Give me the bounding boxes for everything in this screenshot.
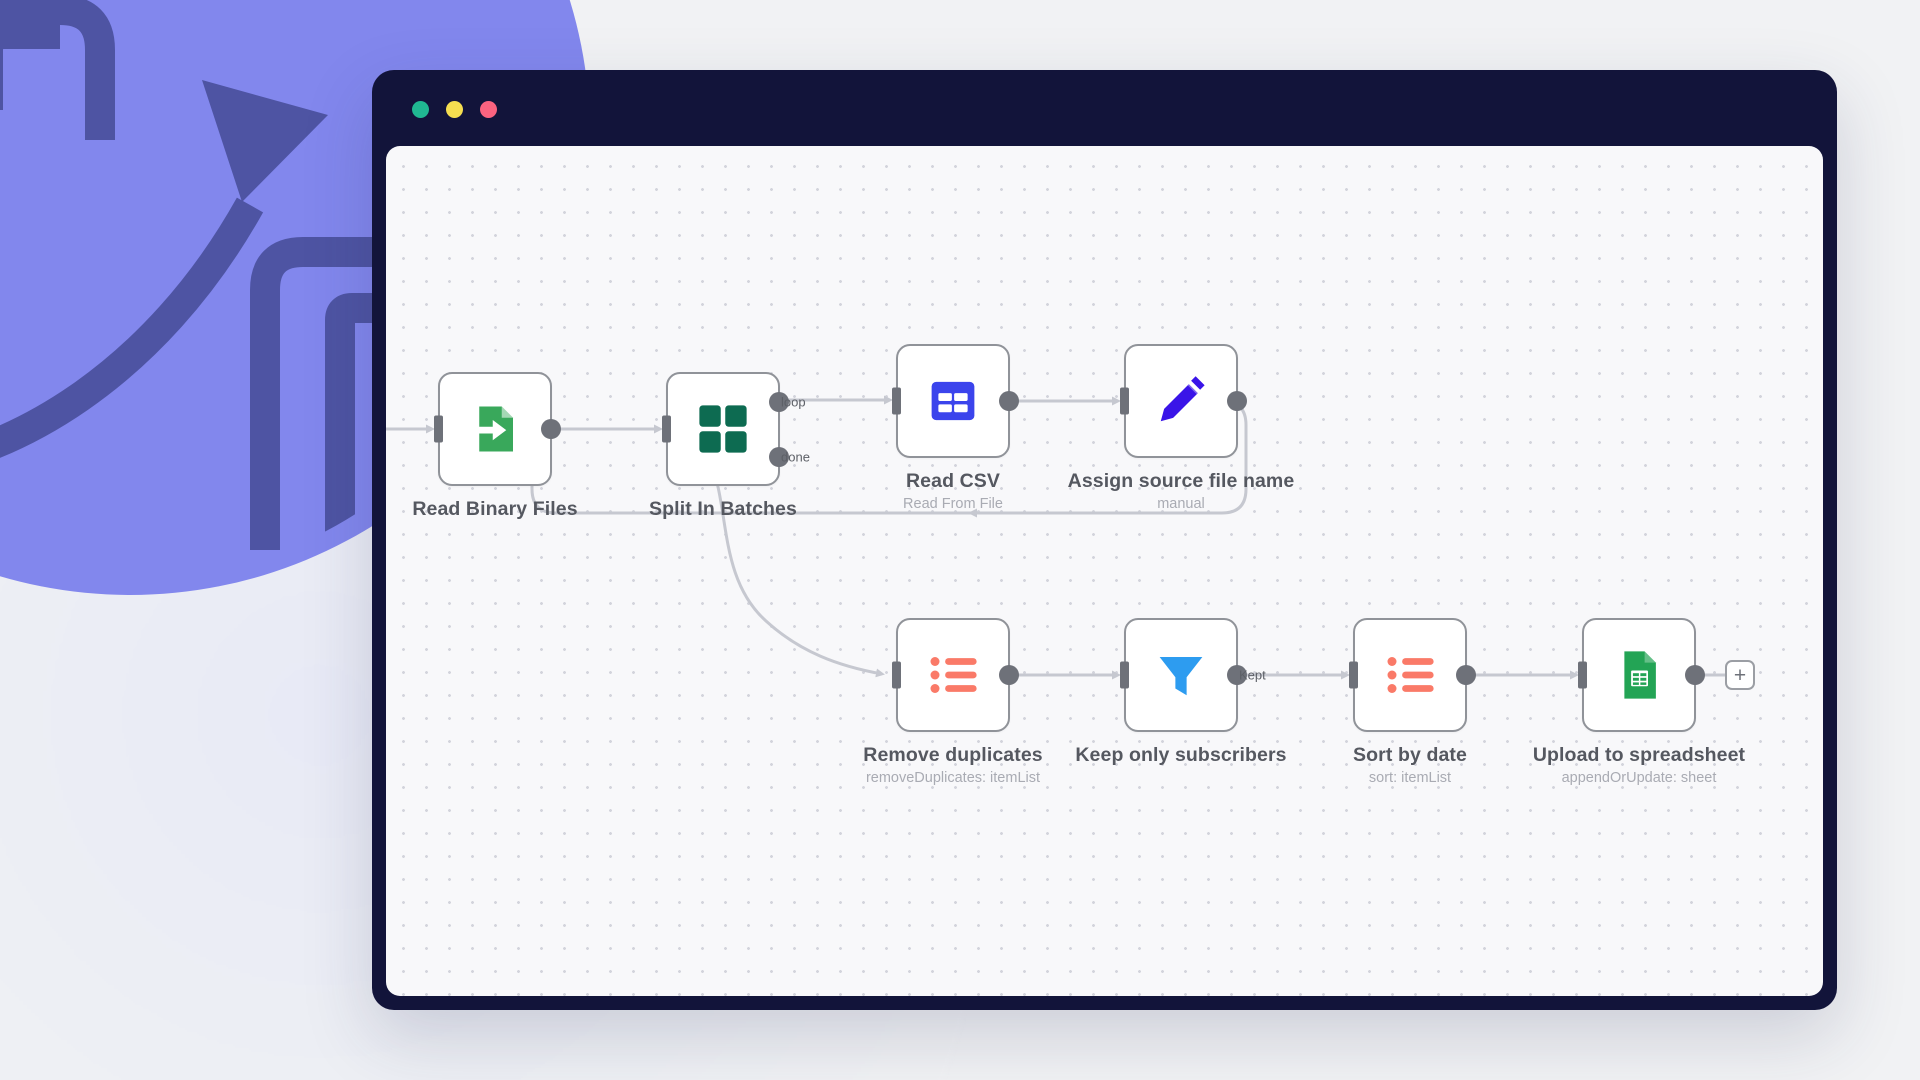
- node-read-csv[interactable]: Read CSV Read From File: [892, 344, 1019, 512]
- spreadsheet-table-icon: [931, 381, 975, 421]
- input-port[interactable]: [1120, 661, 1129, 689]
- input-port[interactable]: [892, 387, 901, 415]
- output-port[interactable]: [1456, 665, 1476, 685]
- bullet-list-icon: [1387, 657, 1434, 693]
- output-port[interactable]: [999, 665, 1019, 685]
- output-port[interactable]: [1227, 391, 1247, 411]
- funnel-filter-icon: [1159, 657, 1203, 696]
- input-port[interactable]: [1578, 661, 1587, 689]
- node-keep-only-subscribers[interactable]: Kept Keep only subscribers: [1075, 618, 1287, 766]
- node-upload-to-spreadsheet[interactable]: Upload to spreadsheet appendOrUpdate: sh…: [1533, 618, 1745, 786]
- minimize-dot[interactable]: [446, 101, 463, 118]
- output-port-done-label: done: [781, 449, 810, 464]
- output-port-kept-label: Kept: [1239, 667, 1266, 683]
- node-caption: Upload to spreadsheet appendOrUpdate: sh…: [1533, 744, 1745, 788]
- output-port[interactable]: [1685, 665, 1705, 685]
- output-port-loop-label: loop: [781, 394, 806, 409]
- input-port[interactable]: [1120, 387, 1129, 415]
- input-port[interactable]: [434, 415, 443, 443]
- node-sort-by-date[interactable]: Sort by date sort: itemList: [1349, 618, 1476, 786]
- workflow-canvas[interactable]: Read Binary Files loop done Split In Bat…: [386, 146, 1823, 996]
- close-dot[interactable]: [412, 101, 429, 118]
- node-title: Read CSV: [905, 470, 1000, 492]
- pencil-icon: [1160, 376, 1205, 422]
- node-caption: Read Binary Files: [412, 498, 577, 521]
- node-title: Read Binary Files: [412, 498, 578, 520]
- node-split-in-batches[interactable]: loop done Split In Batches: [649, 372, 810, 520]
- node-title: Keep only subscribers: [1075, 744, 1287, 766]
- output-port-kept[interactable]: Kept: [1227, 665, 1266, 685]
- window-titlebar: [372, 70, 1837, 146]
- google-sheets-icon: [1624, 651, 1656, 699]
- output-port[interactable]: [999, 391, 1019, 411]
- input-port[interactable]: [662, 415, 671, 443]
- node-subtitle: removeDuplicates: itemList: [865, 770, 1041, 787]
- node-title: Upload to spreadsheet: [1532, 744, 1746, 766]
- node-title: Remove duplicates: [863, 744, 1043, 766]
- edge-split-done-to-remove-duplicates: [706, 457, 885, 678]
- node-caption: Keep only subscribers: [1075, 744, 1286, 767]
- node-caption: Assign source file name manual: [1068, 470, 1295, 514]
- output-port-loop[interactable]: loop: [769, 391, 806, 412]
- node-caption: Read CSV Read From File: [903, 470, 1003, 514]
- node-title: Assign source file name: [1067, 470, 1295, 492]
- input-port[interactable]: [892, 661, 901, 689]
- node-title: Sort by date: [1353, 744, 1467, 766]
- node-title: Split In Batches: [649, 498, 797, 520]
- node-caption: Split In Batches: [649, 498, 797, 521]
- bullet-list-icon: [930, 657, 977, 693]
- node-subtitle: Read From File: [903, 496, 1003, 513]
- input-port[interactable]: [1349, 661, 1358, 689]
- node-caption: Sort by date sort: itemList: [1353, 744, 1467, 788]
- add-node-button[interactable]: +: [1725, 660, 1755, 690]
- app-window: Read Binary Files loop done Split In Bat…: [372, 70, 1837, 1010]
- file-import-icon: [477, 406, 513, 452]
- node-assign-source-file-name[interactable]: Assign source file name manual: [1068, 344, 1294, 512]
- output-port[interactable]: [541, 419, 561, 439]
- maximize-dot[interactable]: [480, 101, 497, 118]
- node-remove-duplicates[interactable]: Remove duplicates removeDuplicates: item…: [863, 618, 1043, 786]
- connection-edges: [386, 395, 1725, 680]
- node-subtitle: sort: itemList: [1368, 770, 1452, 787]
- four-squares-icon: [699, 405, 747, 453]
- output-port-done[interactable]: done: [769, 446, 810, 467]
- node-subtitle: manual: [1157, 496, 1205, 513]
- node-read-binary-files[interactable]: Read Binary Files: [412, 372, 578, 520]
- node-caption: Remove duplicates removeDuplicates: item…: [863, 744, 1042, 788]
- node-subtitle: appendOrUpdate: sheet: [1561, 770, 1717, 787]
